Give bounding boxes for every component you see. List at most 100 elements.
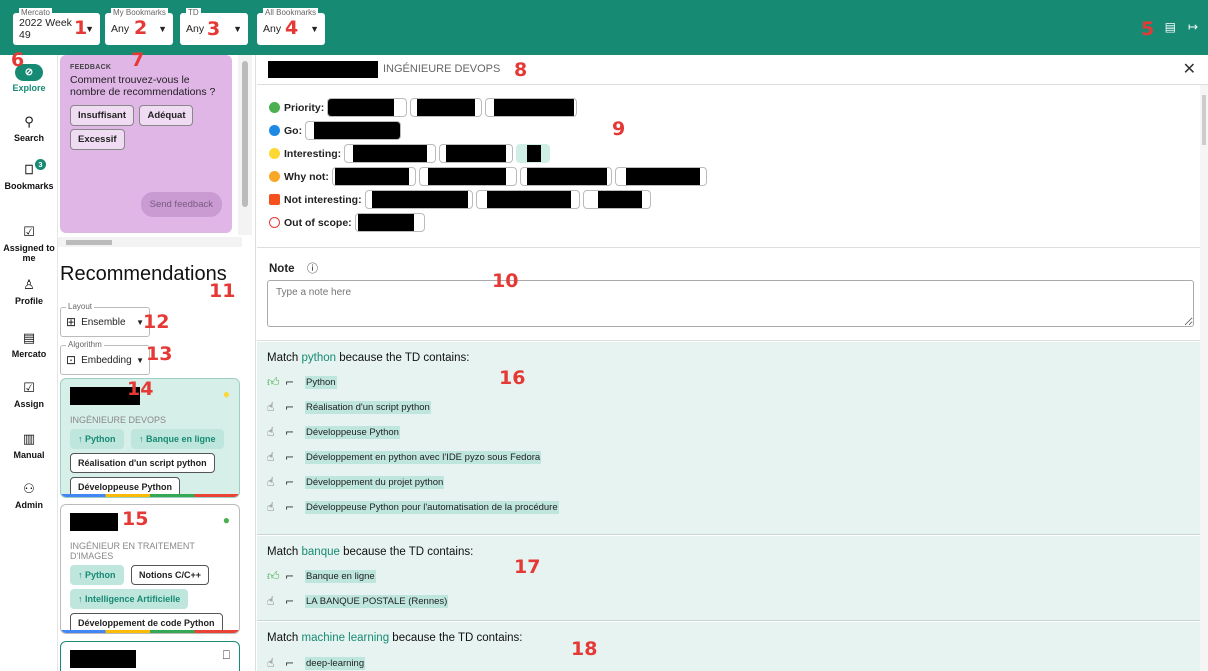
card-color-stripe bbox=[61, 630, 239, 633]
all-bookmarks-filter-label: All Bookmarks bbox=[263, 8, 319, 17]
thumb-down-icon[interactable]: ⌐ bbox=[285, 570, 305, 583]
candidate-chip[interactable] bbox=[364, 190, 473, 209]
thumb-down-icon[interactable]: ⌐ bbox=[285, 401, 305, 414]
redacted-name bbox=[268, 61, 378, 78]
nav-assign[interactable]: ☑ Assign bbox=[0, 381, 58, 409]
candidate-chip[interactable] bbox=[582, 190, 651, 209]
card-subtitle: INGÉNIEUR EN TRAITEMENT D'IMAGES bbox=[70, 541, 195, 561]
feedback-card: FEEDBACK Comment trouvez-vous le nombre … bbox=[60, 55, 232, 233]
recommendation-card[interactable]: ● INGÉNIEUR EN TRAITEMENT D'IMAGES ↑ Pyt… bbox=[60, 504, 240, 634]
candidate-chip[interactable] bbox=[516, 144, 551, 163]
nav-label: Manual bbox=[13, 450, 45, 460]
help-icon[interactable]: ⓘ bbox=[307, 263, 318, 275]
thumb-up-icon[interactable]: ☝ bbox=[267, 400, 285, 414]
nav-label: Bookmarks bbox=[4, 181, 54, 191]
rank-label: Not interesting: bbox=[284, 193, 362, 206]
feedback-option-button[interactable]: Insuffisant bbox=[70, 105, 135, 126]
candidate-chip[interactable] bbox=[305, 121, 402, 140]
candidate-chip[interactable] bbox=[410, 98, 483, 117]
checkbox-icon: ☑ bbox=[23, 225, 35, 240]
thumb-up-icon[interactable]: ☝ bbox=[267, 594, 285, 608]
thumb-up-icon[interactable]: 👍︎ bbox=[267, 569, 285, 584]
mercato-filter-label: Mercato bbox=[19, 8, 52, 17]
nav-manual[interactable]: ▥ Manual bbox=[0, 432, 58, 460]
thumb-down-icon[interactable]: ⌐ bbox=[285, 451, 305, 464]
mercato-filter[interactable]: Mercato 2022 Week 49 ▼ bbox=[13, 8, 100, 45]
chevron-down-icon: ▼ bbox=[85, 24, 94, 34]
thumb-down-icon[interactable]: ⌐ bbox=[285, 476, 305, 489]
match-title: Match machine learning because the TD co… bbox=[267, 632, 523, 644]
nav-explore[interactable]: ⊘ Explore bbox=[0, 64, 58, 93]
thumb-down-icon[interactable]: ⌐ bbox=[285, 501, 305, 514]
feedback-horizontal-scrollbar[interactable] bbox=[58, 237, 242, 247]
feedback-vertical-scrollbar[interactable] bbox=[238, 55, 252, 235]
nav-label: Mercato bbox=[11, 349, 47, 359]
feedback-option-button[interactable]: Excessif bbox=[70, 129, 125, 150]
card-color-stripe bbox=[61, 494, 239, 497]
match-item: ☝ ⌐ Développeuse Python pour l'automatisat… bbox=[267, 500, 559, 514]
thumb-up-icon[interactable]: 👍︎ bbox=[267, 375, 285, 390]
note-textarea[interactable] bbox=[267, 280, 1194, 327]
thumb-up-icon[interactable]: ☝ bbox=[267, 425, 285, 439]
bookmarks-count-badge: 3 bbox=[35, 159, 46, 170]
left-panel: FEEDBACK Comment trouvez-vous le nombre … bbox=[58, 55, 256, 671]
mercato-filter-value: 2022 Week 49 bbox=[19, 17, 72, 41]
ranking-section: Priority: Go: Interesting: Why not: Not … bbox=[257, 86, 1208, 248]
search-icon: ⚲ bbox=[24, 115, 34, 130]
match-title: Match banque because the TD contains: bbox=[267, 546, 474, 558]
all-bookmarks-filter[interactable]: All Bookmarks Any ▼ bbox=[257, 8, 325, 45]
candidate-chip[interactable] bbox=[331, 167, 416, 186]
thumb-down-icon[interactable]: ⌐ bbox=[285, 595, 305, 608]
layout-select-label: Layout bbox=[66, 302, 95, 311]
thumb-down-icon[interactable]: ⌐ bbox=[285, 426, 305, 439]
profile-title: INGÉNIEURE DEVOPS bbox=[383, 63, 501, 75]
table-icon[interactable]: ▤ bbox=[1165, 20, 1176, 34]
nav-admin[interactable]: ⚇ Admin bbox=[0, 482, 58, 510]
match-item: ☝ ⌐ Développeuse Python bbox=[267, 425, 400, 439]
thumb-down-icon[interactable]: ⌐ bbox=[285, 376, 305, 389]
candidate-chip[interactable] bbox=[439, 144, 514, 163]
td-filter-value: Any bbox=[186, 23, 205, 35]
candidate-chip[interactable] bbox=[344, 144, 437, 163]
layout-select-value: Ensemble bbox=[81, 316, 126, 328]
bookmark-icon[interactable]: ⎕ bbox=[223, 648, 230, 663]
admin-icon: ⚇ bbox=[23, 482, 35, 497]
thumb-up-icon[interactable]: ☝ bbox=[267, 500, 285, 514]
recommendations-title: Recommendations bbox=[60, 263, 227, 285]
feedback-option-button[interactable]: Adéquat bbox=[139, 105, 194, 126]
question-icon bbox=[269, 171, 280, 182]
check-circle-icon bbox=[269, 125, 280, 136]
my-bookmarks-filter[interactable]: My Bookmarks Any ▼ bbox=[105, 8, 173, 45]
thumb-up-icon[interactable]: ☝ bbox=[267, 450, 285, 464]
layout-select[interactable]: Layout ⊞ Ensemble ▼ bbox=[60, 302, 150, 337]
candidate-chip[interactable] bbox=[354, 213, 425, 232]
recommendation-card[interactable]: ⎕ bbox=[60, 641, 240, 671]
nav-bookmarks[interactable]: ⎕ 3 Bookmarks bbox=[0, 159, 58, 191]
td-filter[interactable]: TD Any ▼ bbox=[180, 8, 248, 45]
nav-search[interactable]: ⚲ Search bbox=[0, 115, 58, 143]
detail-scrollbar[interactable] bbox=[1200, 85, 1208, 671]
thumb-down-icon[interactable]: ⌐ bbox=[285, 657, 305, 670]
nav-assigned-to-me[interactable]: ☑ Assigned to me bbox=[0, 225, 58, 263]
nav-label: Profile bbox=[14, 296, 43, 306]
match-section-banque: Match banque because the TD contains: 👍︎… bbox=[257, 536, 1200, 621]
skill-tag: ↑ Banque en ligne bbox=[130, 429, 224, 449]
candidate-chip[interactable] bbox=[475, 190, 580, 209]
rank-row-out-of-scope: Out of scope: bbox=[269, 211, 1208, 234]
candidate-chip[interactable] bbox=[519, 167, 612, 186]
nav-mercato[interactable]: ▤ Mercato bbox=[0, 331, 58, 359]
skill-tag: ↑ Python bbox=[70, 565, 124, 585]
logout-icon[interactable]: ↦ bbox=[1188, 20, 1198, 34]
thumb-up-icon[interactable]: ☝ bbox=[267, 475, 285, 489]
algorithm-select[interactable]: Algorithm ⊡ Embedding ▼ bbox=[60, 340, 150, 375]
thumb-up-icon[interactable]: ☝ bbox=[267, 656, 285, 670]
candidate-chip[interactable] bbox=[418, 167, 517, 186]
candidate-chip[interactable] bbox=[485, 98, 578, 117]
skill-tag: ↑ Intelligence Artificielle bbox=[70, 589, 189, 609]
send-feedback-button[interactable]: Send feedback bbox=[140, 192, 222, 217]
candidate-chip[interactable] bbox=[614, 167, 707, 186]
close-icon[interactable]: ✕ bbox=[1183, 59, 1196, 79]
recommendation-card[interactable]: ● INGÉNIEURE DEVOPS ↑ Python ↑ Banque en… bbox=[60, 378, 240, 498]
nav-profile[interactable]: ♙ Profile bbox=[0, 278, 58, 306]
candidate-chip[interactable] bbox=[327, 98, 408, 117]
